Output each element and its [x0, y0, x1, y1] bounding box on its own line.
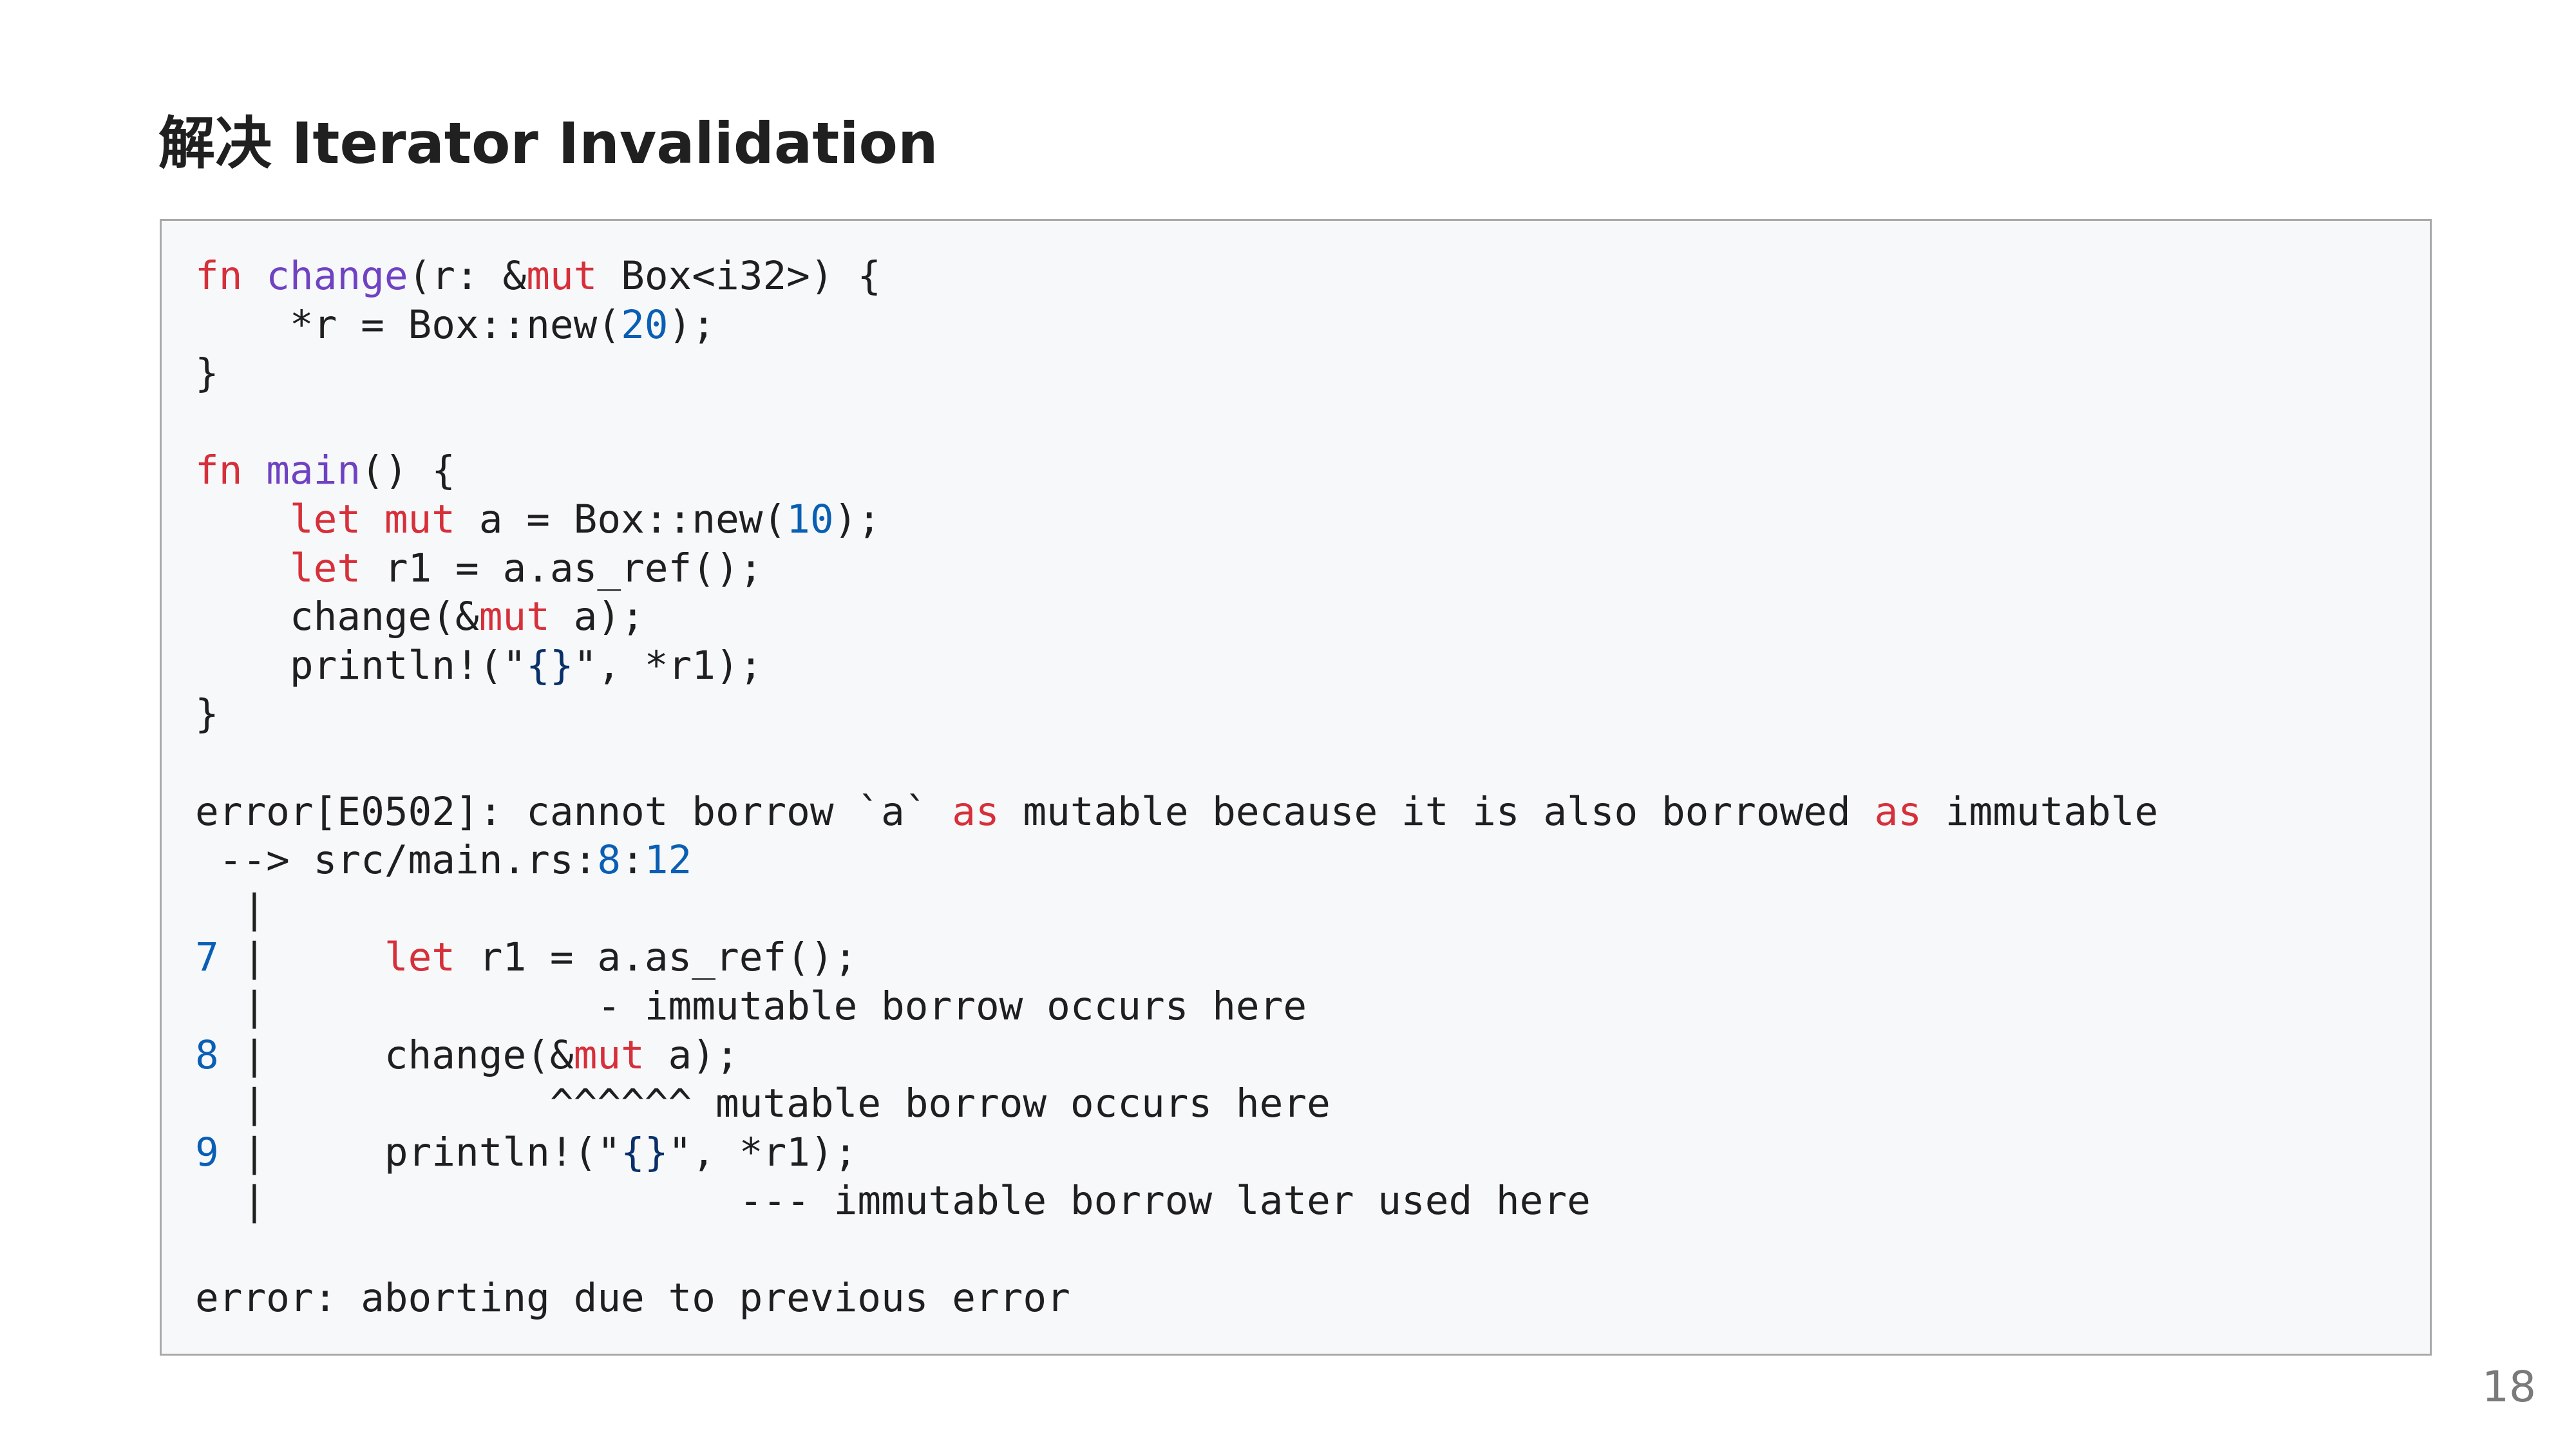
code-line-1: fn change(r: &mut Box<i32>) { — [195, 252, 2158, 301]
format-placeholder: {} — [621, 1129, 668, 1175]
snippet-line-9: 9 | println!("{}", *r1); — [195, 1128, 2158, 1177]
code-line-10: } — [195, 690, 2158, 739]
column-number: 12 — [644, 837, 692, 884]
code-text: } — [195, 350, 219, 397]
code-text: r1 = a.as_ref(); — [455, 934, 858, 981]
gutter-pipe: | — [242, 1129, 267, 1175]
snippet-line-8: 8 | change(&mut a); — [195, 1031, 2158, 1080]
line-number: 8 — [195, 1032, 219, 1078]
code-text: ); — [668, 301, 715, 348]
gutter-pipe: | — [242, 934, 267, 981]
error-location-line: --> src/main.rs:8:12 — [195, 836, 2158, 885]
line-number: 8 — [597, 837, 621, 884]
keyword: mut — [526, 253, 598, 299]
keyword: fn — [195, 448, 243, 494]
code-line-3: } — [195, 349, 2158, 398]
code-text: println!(" — [195, 642, 527, 688]
keyword: let — [289, 496, 361, 542]
error-text: error[E0502]: cannot borrow `a` — [195, 788, 952, 835]
keyword: mut — [384, 496, 456, 542]
keyword: mut — [478, 594, 550, 640]
error-text: immutable — [1921, 788, 2159, 835]
error-text: error: aborting due to previous error — [195, 1275, 1070, 1321]
function-name: main — [266, 448, 361, 494]
error-text: : — [621, 837, 645, 884]
function-name: change — [266, 253, 408, 299]
keyword: as — [952, 788, 999, 835]
gutter-pipe: | — [242, 983, 267, 1029]
annotation-line: | - immutable borrow occurs here — [195, 982, 2158, 1031]
code-text: ); — [833, 496, 882, 542]
annotation-line: | ^^^^^^ mutable borrow occurs here — [195, 1079, 2158, 1128]
keyword: as — [1874, 788, 1922, 835]
code-line-9: println!("{}", *r1); — [195, 641, 2158, 690]
code-text: r1 = a.as_ref(); — [361, 545, 763, 591]
gutter-pipe: | — [242, 1032, 267, 1078]
error-text: --> src/main.rs: — [195, 837, 598, 884]
code-text: () { — [361, 448, 455, 494]
code-text: Box<i32>) { — [597, 253, 882, 299]
error-message-line: error[E0502]: cannot borrow `a` as mutab… — [195, 788, 2158, 837]
annotation-text: - immutable borrow occurs here — [266, 983, 1307, 1029]
code-text: a); — [644, 1032, 739, 1078]
gutter-line: | — [195, 885, 2158, 934]
abort-message-line: error: aborting due to previous error — [195, 1274, 2158, 1323]
slide-title: 解决 Iterator Invalidation — [158, 110, 938, 176]
code-text: change(& — [195, 594, 479, 640]
line-number: 7 — [195, 934, 219, 981]
code-content: fn change(r: &mut Box<i32>) { *r = Box::… — [195, 252, 2158, 1323]
annotation-text: --- immutable borrow later used here — [266, 1178, 1591, 1224]
code-line-7: let r1 = a.as_ref(); — [195, 544, 2158, 593]
code-text: a = Box::new( — [455, 496, 787, 542]
keyword: let — [384, 934, 456, 981]
annotation-text: ^^^^^^ mutable borrow occurs here — [266, 1081, 1331, 1127]
gutter-pipe: | — [242, 886, 267, 932]
code-line-5: fn main() { — [195, 446, 2158, 495]
code-block: fn change(r: &mut Box<i32>) { *r = Box::… — [160, 219, 2432, 1356]
code-text: *r = Box::new( — [195, 301, 621, 348]
line-number: 9 — [195, 1129, 219, 1175]
annotation-line: | --- immutable borrow later used here — [195, 1177, 2158, 1226]
code-text: ", *r1); — [573, 642, 763, 688]
snippet-line-7: 7 | let r1 = a.as_ref(); — [195, 933, 2158, 982]
code-text: } — [195, 691, 219, 737]
number-literal: 10 — [786, 496, 834, 542]
keyword: let — [289, 545, 361, 591]
format-placeholder: {} — [526, 642, 574, 688]
code-text: println!(" — [266, 1129, 621, 1175]
number-literal: 20 — [621, 301, 668, 348]
error-text: mutable because it is also borrowed — [999, 788, 1875, 835]
code-text: a); — [549, 594, 645, 640]
code-text: (r: & — [408, 253, 527, 299]
gutter-pipe: | — [242, 1178, 267, 1224]
keyword: fn — [195, 253, 243, 299]
code-text: ", *r1); — [668, 1129, 858, 1175]
code-line-8: change(&mut a); — [195, 592, 2158, 641]
gutter-pipe: | — [242, 1081, 267, 1127]
code-text: change(& — [266, 1032, 574, 1078]
page-number: 18 — [2482, 1362, 2536, 1412]
keyword: mut — [573, 1032, 645, 1078]
code-line-2: *r = Box::new(20); — [195, 301, 2158, 350]
code-line-6: let mut a = Box::new(10); — [195, 495, 2158, 544]
